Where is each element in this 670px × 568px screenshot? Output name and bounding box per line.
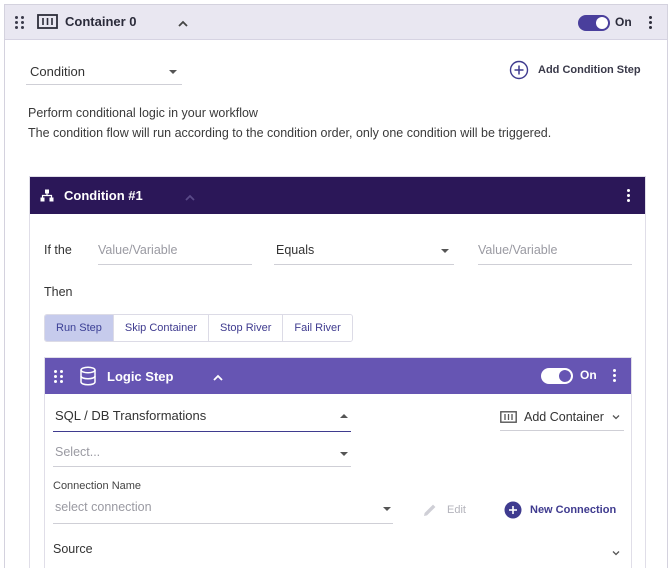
condition-card: Condition #1 If the Value/Variable Equal…	[29, 176, 646, 568]
operator-select[interactable]: Equals	[274, 237, 454, 265]
add-circle-filled-icon	[504, 501, 522, 519]
right-value-placeholder: Value/Variable	[478, 243, 558, 257]
tab-fail-river[interactable]: Fail River	[283, 315, 352, 341]
step-type-select[interactable]: SQL / DB Transformations	[53, 404, 351, 432]
description-line-2: The condition flow will run according to…	[28, 126, 552, 140]
logic-step-title: Logic Step	[107, 369, 174, 384]
pencil-icon	[424, 504, 436, 516]
tab-run-step[interactable]: Run Step	[45, 315, 114, 341]
hierarchy-icon	[40, 189, 54, 207]
sub-select-placeholder: Select...	[55, 445, 101, 459]
step-type-value: SQL / DB Transformations	[55, 408, 207, 423]
container-title: Container 0	[65, 14, 137, 29]
left-value-placeholder: Value/Variable	[98, 243, 178, 257]
container-toggle[interactable]	[578, 15, 610, 31]
caret-down-icon	[441, 249, 449, 253]
drag-handle-icon[interactable]	[54, 370, 63, 383]
condition-title: Condition #1	[64, 188, 143, 203]
caret-down-icon	[383, 507, 391, 511]
tab-stop-river[interactable]: Stop River	[209, 315, 284, 341]
condition-type-value: Condition	[30, 64, 85, 79]
logic-step-toggle-label: On	[580, 368, 597, 382]
more-vertical-icon[interactable]	[648, 16, 652, 29]
logic-step-header: Logic Step On	[45, 358, 631, 394]
if-label: If the	[44, 243, 72, 257]
caret-down-icon	[169, 70, 177, 74]
caret-up-icon	[340, 414, 348, 418]
edit-label: Edit	[447, 504, 466, 516]
container-header: Container 0 On	[5, 5, 667, 40]
edit-connection-button[interactable]: Edit	[422, 502, 466, 518]
add-condition-step-label: Add Condition Step	[538, 64, 641, 76]
chevron-up-icon[interactable]	[212, 370, 224, 388]
right-value-input[interactable]: Value/Variable	[478, 237, 632, 265]
more-vertical-icon[interactable]	[612, 369, 616, 382]
add-container-select[interactable]: Add Container	[500, 404, 624, 431]
logic-step-toggle[interactable]	[541, 368, 573, 384]
drag-handle-icon[interactable]	[15, 16, 24, 29]
connection-select[interactable]: select connection	[53, 496, 393, 524]
sub-select[interactable]: Select...	[53, 439, 351, 467]
new-connection-button[interactable]: New Connection	[504, 501, 616, 519]
chevron-up-icon[interactable]	[184, 190, 196, 208]
add-condition-step-button[interactable]: Add Condition Step	[509, 60, 641, 80]
then-label: Then	[44, 285, 73, 299]
container-icon	[500, 411, 517, 423]
operator-value: Equals	[276, 243, 315, 257]
condition-type-select[interactable]: Condition	[26, 59, 182, 85]
chevron-up-icon[interactable]	[177, 16, 189, 34]
container-icon	[37, 14, 58, 34]
connection-placeholder: select connection	[55, 500, 152, 514]
logic-step-card: Logic Step On SQL / DB Transformations A…	[44, 357, 632, 568]
container-toggle-label: On	[615, 15, 632, 29]
new-connection-label: New Connection	[530, 504, 617, 516]
description-line-1: Perform conditional logic in your workfl…	[28, 106, 258, 120]
chevron-down-icon[interactable]	[611, 544, 621, 562]
action-tabs: Run Step Skip Container Stop River Fail …	[44, 314, 353, 342]
container-panel: Container 0 On Condition Add Condition S…	[4, 4, 668, 568]
chevron-down-icon	[612, 415, 620, 420]
add-circle-outline-icon	[509, 60, 529, 80]
condition-header: Condition #1	[30, 177, 645, 214]
more-vertical-icon[interactable]	[626, 189, 630, 202]
database-icon	[79, 366, 97, 391]
source-label[interactable]: Source	[53, 542, 93, 556]
tab-skip-container[interactable]: Skip Container	[113, 315, 210, 341]
left-value-input[interactable]: Value/Variable	[98, 237, 252, 265]
caret-down-icon	[340, 452, 348, 456]
add-container-label: Add Container	[524, 410, 604, 424]
connection-label: Connection Name	[53, 480, 142, 492]
